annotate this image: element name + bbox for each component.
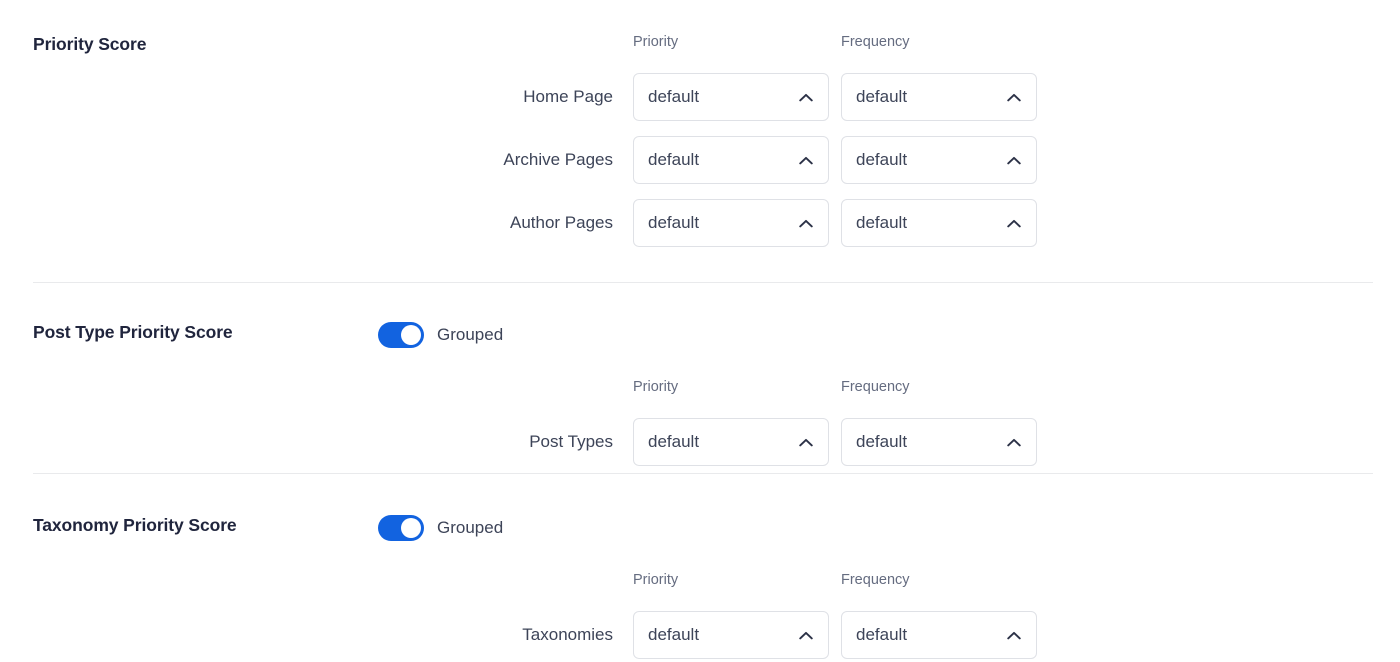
select-value: default — [648, 432, 700, 451]
grouped-toggle-row-post-type: Grouped — [378, 322, 1373, 348]
select-value: default — [856, 432, 908, 451]
field-row: Author Pages default default — [378, 199, 1373, 247]
grouped-toggle-taxonomy[interactable] — [378, 515, 424, 541]
row-label-home-page: Home Page — [523, 87, 613, 106]
section-body-taxonomy: Grouped Priority Frequency Taxonomies de… — [378, 515, 1373, 659]
select-priority-post-types[interactable]: default — [633, 418, 829, 466]
column-headers: Priority Frequency — [378, 572, 1373, 594]
select-value: default — [856, 213, 908, 232]
select-priority-home-page[interactable]: default — [633, 73, 829, 121]
row-label-post-types: Post Types — [529, 432, 613, 451]
chevron-up-icon — [1007, 438, 1021, 447]
field-row: Taxonomies default default — [378, 611, 1373, 659]
select-value: default — [648, 150, 700, 169]
section-post-type-priority-score: Post Type Priority Score Grouped Priorit… — [33, 322, 1373, 466]
toggle-knob — [401, 325, 421, 345]
column-header-priority: Priority — [633, 34, 679, 50]
grouped-toggle-row-taxonomy: Grouped — [378, 515, 1373, 541]
grouped-toggle-post-type[interactable] — [378, 322, 424, 348]
chevron-up-icon — [1007, 93, 1021, 102]
section-body-post-type: Grouped Priority Frequency Post Types de… — [378, 322, 1373, 466]
row-label-author-pages: Author Pages — [509, 213, 613, 232]
select-priority-taxonomies[interactable]: default — [633, 611, 829, 659]
toggle-knob — [401, 518, 421, 538]
select-frequency-taxonomies[interactable]: default — [841, 611, 1037, 659]
section-title-priority-score: Priority Score — [33, 34, 147, 54]
chevron-up-icon — [799, 438, 813, 447]
select-priority-archive-pages[interactable]: default — [633, 136, 829, 184]
field-row: Post Types default default — [378, 418, 1373, 466]
select-value: default — [648, 625, 700, 644]
column-header-priority: Priority — [633, 379, 679, 395]
chevron-up-icon — [799, 219, 813, 228]
select-value: default — [856, 150, 908, 169]
section-divider — [33, 282, 1373, 283]
chevron-up-icon — [799, 156, 813, 165]
field-row: Home Page default default — [378, 73, 1373, 121]
select-frequency-post-types[interactable]: default — [841, 418, 1037, 466]
column-header-priority: Priority — [633, 572, 679, 588]
section-title-taxonomy-priority-score: Taxonomy Priority Score — [33, 515, 237, 535]
section-title-post-type-priority-score: Post Type Priority Score — [33, 322, 233, 342]
field-row: Archive Pages default default — [378, 136, 1373, 184]
chevron-up-icon — [799, 631, 813, 640]
column-headers: Priority Frequency — [378, 379, 1373, 401]
row-label-taxonomies: Taxonomies — [522, 625, 613, 644]
column-header-frequency: Frequency — [841, 379, 910, 395]
settings-page: Priority Score Priority Frequency Home P… — [0, 0, 1400, 662]
select-value: default — [856, 625, 908, 644]
section-body-priority-score: Priority Frequency Home Page default def… — [378, 34, 1373, 247]
select-value: default — [648, 213, 700, 232]
select-priority-author-pages[interactable]: default — [633, 199, 829, 247]
select-frequency-home-page[interactable]: default — [841, 73, 1037, 121]
row-label-archive-pages: Archive Pages — [503, 150, 613, 169]
section-priority-score: Priority Score Priority Frequency Home P… — [33, 34, 1373, 247]
chevron-up-icon — [1007, 219, 1021, 228]
grouped-toggle-label: Grouped — [437, 325, 504, 344]
select-frequency-archive-pages[interactable]: default — [841, 136, 1037, 184]
chevron-up-icon — [1007, 156, 1021, 165]
select-value: default — [856, 87, 908, 106]
chevron-up-icon — [799, 93, 813, 102]
chevron-up-icon — [1007, 631, 1021, 640]
grouped-toggle-label: Grouped — [437, 518, 504, 537]
column-header-frequency: Frequency — [841, 34, 910, 50]
select-frequency-author-pages[interactable]: default — [841, 199, 1037, 247]
section-taxonomy-priority-score: Taxonomy Priority Score Grouped Priority… — [33, 515, 1373, 659]
column-header-frequency: Frequency — [841, 572, 910, 588]
column-headers: Priority Frequency — [378, 34, 1373, 56]
select-value: default — [648, 87, 700, 106]
section-divider — [33, 473, 1373, 474]
